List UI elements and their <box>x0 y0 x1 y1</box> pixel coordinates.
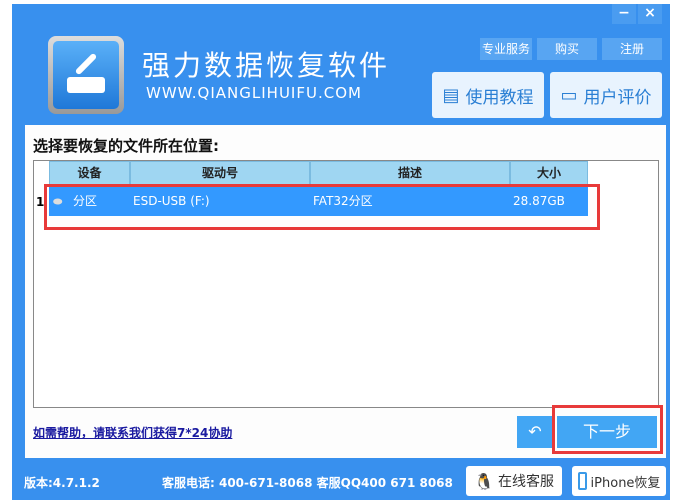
app-title: 强力数据恢复软件 <box>142 49 391 82</box>
close-button[interactable]: × <box>638 4 662 24</box>
minimize-button[interactable]: − <box>612 4 636 24</box>
reviews-button[interactable]: ▭ 用户评价 <box>550 72 662 118</box>
column-header-size[interactable]: 大小 <box>510 161 588 185</box>
comment-icon: ▭ <box>560 84 578 106</box>
qq-penguin-icon: 🐧 <box>474 471 494 491</box>
highlight-box <box>44 184 600 230</box>
back-arrow-icon: ↶ <box>528 422 542 441</box>
app-window: − × 强力数据恢复软件 WWW.QIANGLIHUIFU.COM 专业服务 购… <box>12 4 670 500</box>
document-icon: ▤ <box>442 84 460 106</box>
pro-service-button[interactable]: 专业服务 <box>480 38 532 60</box>
app-url: WWW.QIANGLIHUIFU.COM <box>146 84 362 102</box>
column-header-drive[interactable]: 驱动号 <box>130 161 310 185</box>
phone-icon <box>577 472 587 490</box>
column-header-description[interactable]: 描述 <box>310 161 510 185</box>
tutorial-button[interactable]: ▤ 使用教程 <box>432 72 544 118</box>
back-button[interactable]: ↶ <box>517 416 553 448</box>
iphone-recovery-label: iPhone恢复 <box>590 475 661 491</box>
online-service-button[interactable]: 🐧 在线客服 <box>466 466 562 496</box>
highlight-box <box>552 405 663 454</box>
version-text: 版本:4.7.1.2 <box>24 476 100 490</box>
drive-wrench-icon <box>53 41 119 109</box>
content-panel: 选择要恢复的文件所在位置: 设备 驱动号 描述 大小 1 ⬬ 分区 ESD-US… <box>25 125 666 458</box>
buy-button[interactable]: 购买 <box>537 38 597 60</box>
app-logo <box>48 36 124 114</box>
location-prompt: 选择要恢复的文件所在位置: <box>33 137 219 155</box>
help-link[interactable]: 如需帮助，请联系我们获得7*24协助 <box>33 424 232 441</box>
reviews-label: 用户评价 <box>583 87 652 108</box>
online-service-label: 在线客服 <box>497 474 554 490</box>
register-button[interactable]: 注册 <box>602 38 662 60</box>
contact-text: 客服电话: 400-671-8068 客服QQ400 671 8068 <box>162 476 453 490</box>
column-header-device[interactable]: 设备 <box>49 161 130 185</box>
iphone-recovery-button[interactable]: iPhone恢复 <box>572 466 666 496</box>
tutorial-label: 使用教程 <box>465 87 534 108</box>
